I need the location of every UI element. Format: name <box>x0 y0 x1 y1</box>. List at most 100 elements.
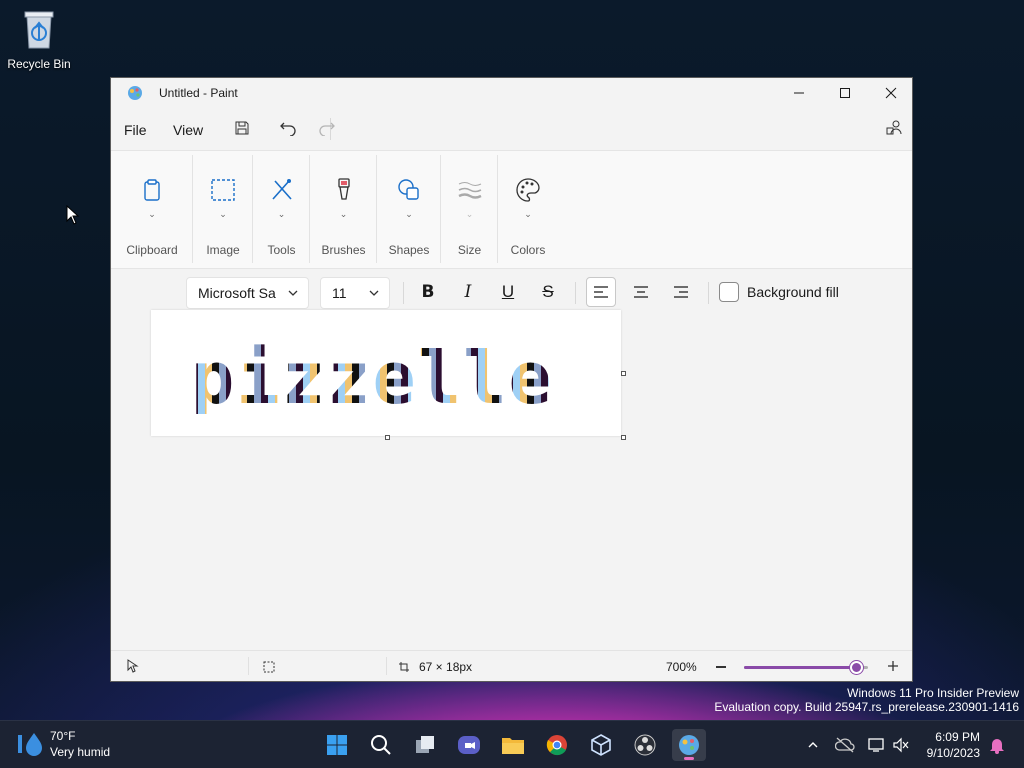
ribbon-group-colors[interactable]: ⌄ Colors <box>498 151 558 269</box>
chevron-down-icon: ⌄ <box>405 209 413 219</box>
taskbar-paint-button[interactable] <box>672 729 706 761</box>
recycle-bin-label: Recycle Bin <box>7 57 71 71</box>
chevron-down-icon: ⌄ <box>339 209 348 219</box>
bold-icon: B <box>421 282 435 302</box>
notifications-button[interactable] <box>986 734 1008 756</box>
weather-condition: Very humid <box>50 745 111 759</box>
chevron-down-icon <box>288 290 298 296</box>
clock-time: 6:09 PM <box>935 730 980 744</box>
ribbon-group-brushes[interactable]: ⌄ Brushes <box>310 151 377 269</box>
chevron-down-icon: ⌄ <box>219 209 227 219</box>
toolbar-divider <box>708 282 709 304</box>
font-family-dropdown[interactable]: Microsoft Sa <box>186 277 309 309</box>
canvas-size-icon <box>399 662 409 672</box>
canvas-text: pizzelle <box>191 336 554 420</box>
window-title: Untitled - Paint <box>159 86 238 100</box>
file-explorer-icon <box>502 738 524 754</box>
menu-view[interactable]: View <box>173 122 203 138</box>
notification-bell-icon <box>990 739 1004 754</box>
ribbon-label: Brushes <box>321 243 366 257</box>
taskbar-clock[interactable]: 6:09 PM 9/10/2023 <box>914 729 980 761</box>
ribbon-group-tools[interactable]: ⌄ Tools <box>253 151 310 269</box>
taskbar-obs-button[interactable] <box>628 729 662 761</box>
zoom-slider[interactable] <box>744 661 868 674</box>
selection-size-icon <box>263 661 275 673</box>
canvas-size-text: 67 × 18px <box>419 660 473 674</box>
ribbon-label: Clipboard <box>126 243 178 257</box>
task-view-icon <box>416 736 434 753</box>
maximize-button[interactable] <box>822 78 868 108</box>
taskbar-search-button[interactable] <box>364 729 398 761</box>
zoom-slider-thumb[interactable] <box>849 661 863 674</box>
desktop-icon-recycle-bin[interactable]: Recycle Bin <box>4 8 74 71</box>
ribbon-group-image[interactable]: ⌄ Image <box>193 151 253 269</box>
bold-button[interactable]: B <box>413 277 443 307</box>
brush-icon <box>337 178 350 200</box>
ribbon-group-shapes[interactable]: ⌄ Shapes <box>377 151 441 269</box>
size-icon <box>457 182 482 199</box>
taskbar-virtualbox-button[interactable] <box>584 729 618 761</box>
taskbar-chat-button[interactable] <box>452 729 486 761</box>
ribbon-group-clipboard[interactable]: ⌄ Clipboard <box>111 151 193 269</box>
chevron-down-icon: ⌄ <box>524 209 532 219</box>
align-right-button[interactable] <box>666 277 696 307</box>
status-divider <box>386 657 387 675</box>
redo-button[interactable] <box>314 117 340 139</box>
show-hidden-icons-button[interactable] <box>802 734 824 756</box>
rain-drop-icon <box>18 733 42 756</box>
title-bar[interactable]: Untitled - Paint <box>111 78 912 108</box>
recycle-bin-icon <box>24 11 54 49</box>
background-fill-label: Background fill <box>747 284 839 300</box>
save-icon <box>235 121 249 135</box>
font-size-dropdown[interactable]: 11 <box>320 277 390 309</box>
watermark-line-1: Windows 11 Pro Insider Preview <box>847 686 1019 700</box>
italic-button[interactable]: I <box>453 277 483 307</box>
evaluation-watermark: Windows 11 Pro Insider Preview Evaluatio… <box>714 686 1019 714</box>
zoom-out-icon[interactable] <box>716 666 726 668</box>
account-button[interactable] <box>881 117 907 139</box>
taskbar-file-explorer-button[interactable] <box>496 729 530 761</box>
taskbar-chrome-button[interactable] <box>540 729 574 761</box>
taskbar: 70°F Very humid 6:09 PM 9/10/2023 <box>0 720 1024 768</box>
taskbar-task-view-button[interactable] <box>408 729 442 761</box>
minimize-button[interactable] <box>776 78 822 108</box>
drawing-canvas[interactable]: pizzelle <box>151 310 621 436</box>
virtualbox-icon <box>591 734 611 756</box>
status-bar: 67 × 18px 700% <box>111 650 912 681</box>
onedrive-tray-button[interactable] <box>834 734 856 756</box>
align-center-button[interactable] <box>626 277 656 307</box>
chat-icon <box>458 736 480 754</box>
align-left-button[interactable] <box>586 277 616 307</box>
zoom-in-icon[interactable] <box>887 660 899 672</box>
watermark-line-2: Evaluation copy. Build 25947.rs_prerelea… <box>714 700 1019 714</box>
paint-icon <box>679 735 699 755</box>
ribbon-label: Shapes <box>388 243 430 257</box>
clipboard-icon <box>144 179 160 201</box>
background-fill-checkbox[interactable] <box>719 282 739 302</box>
search-icon <box>371 735 391 755</box>
ribbon-group-size[interactable]: ⌄ Size <box>441 151 498 269</box>
resize-handle-bottom[interactable] <box>385 435 390 440</box>
menu-file[interactable]: File <box>124 122 147 138</box>
menu-bar: File View <box>111 108 912 148</box>
taskbar-start-button[interactable] <box>320 729 354 761</box>
chevron-up-icon <box>808 742 818 748</box>
ribbon-label: Tools <box>267 243 296 257</box>
volume-tray-button[interactable] <box>890 734 912 756</box>
strikethrough-button[interactable]: S <box>533 277 563 307</box>
ribbon: ⌄ Clipboard ⌄ Image ⌄ Tools ⌄ Brushes ⌄ … <box>111 150 912 269</box>
clock-date: 9/10/2023 <box>926 746 980 760</box>
network-tray-button[interactable] <box>866 734 888 756</box>
tools-icon <box>271 179 292 200</box>
undo-button[interactable] <box>275 117 301 139</box>
chrome-icon <box>546 735 567 756</box>
chevron-down-icon <box>369 290 379 296</box>
ribbon-label: Size <box>457 243 482 257</box>
close-button[interactable] <box>868 78 914 108</box>
resize-handle-corner[interactable] <box>621 435 626 440</box>
save-button[interactable] <box>229 117 255 139</box>
underline-button[interactable]: U <box>493 277 523 307</box>
resize-handle-right[interactable] <box>621 371 626 376</box>
cursor-position-icon <box>127 659 139 673</box>
redo-icon <box>319 122 335 136</box>
